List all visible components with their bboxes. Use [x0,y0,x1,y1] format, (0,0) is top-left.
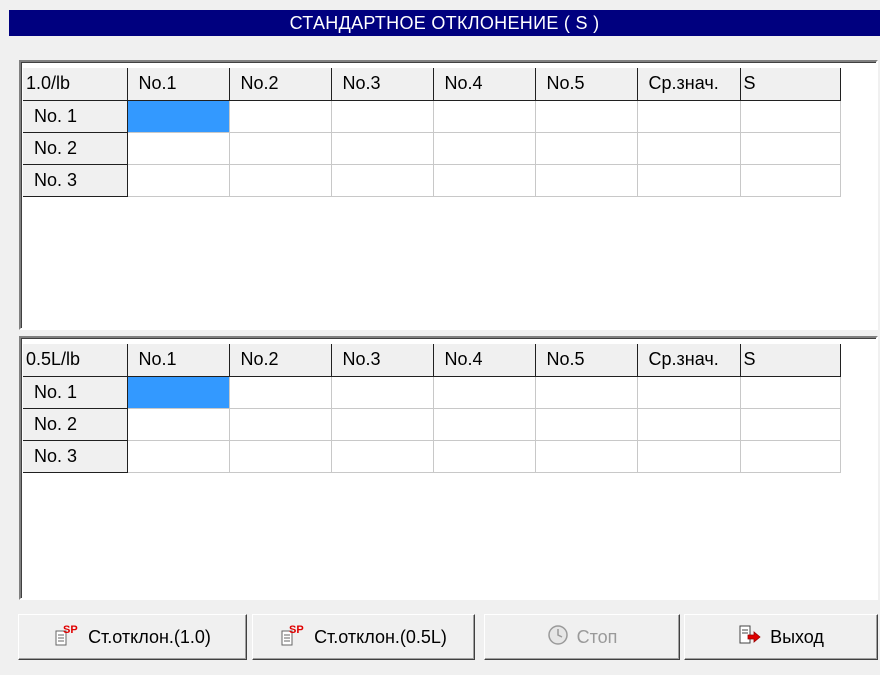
table-row: No. 1 [23,100,841,133]
grid-cell[interactable] [127,440,230,473]
column-header-mean[interactable]: Ср.знач. [637,68,741,101]
column-header-no4[interactable]: No.4 [433,68,536,101]
stop-clock-icon [547,624,569,651]
std-dev-grid-0-5l[interactable]: 0.5L/lb No.1 No.2 No.3 No.4 No.5 Ср.знач… [23,344,841,473]
svg-text:SP: SP [63,624,78,636]
grid-cell[interactable] [637,408,741,441]
grid-cell[interactable] [331,376,434,409]
grid-cell[interactable] [535,376,638,409]
exit-button[interactable]: Выход [684,614,878,660]
std-dev-1-0-button[interactable]: SP Ст.отклон.(1.0) [18,614,247,660]
stop-label: Стоп [576,626,618,647]
grid-panel-1-0: 1.0/lb No.1 No.2 No.3 No.4 No.5 Ср.знач.… [19,60,878,330]
grid-cell[interactable] [740,100,841,133]
svg-text:SP: SP [289,624,304,636]
grid-cell[interactable] [740,164,841,197]
row-header-no1[interactable]: No. 1 [23,376,128,409]
column-header-no4[interactable]: No.4 [433,344,536,377]
grid-cell[interactable] [433,132,536,165]
table-row: No. 1 [23,376,841,409]
grid-cell[interactable] [331,408,434,441]
grid-cell[interactable] [740,132,841,165]
grid-cell[interactable] [535,132,638,165]
grid-cell[interactable] [433,408,536,441]
grid-cell[interactable] [637,100,741,133]
column-header-no1[interactable]: No.1 [127,344,230,377]
grid-corner-header: 0.5L/lb [23,344,128,377]
table-row: No. 3 [23,440,841,473]
sp-calc-icon: SP [54,622,80,653]
grid-cell[interactable] [740,440,841,473]
grid-cell[interactable] [740,408,841,441]
grid-cell[interactable] [229,408,332,441]
table-row: No. 2 [23,132,841,165]
column-header-mean[interactable]: Ср.знач. [637,344,741,377]
grid-cell[interactable] [127,132,230,165]
std-dev-1-0-label: Ст.отклон.(1.0) [88,626,211,647]
row-header-no1[interactable]: No. 1 [23,100,128,133]
std-dev-0-5l-button[interactable]: SP Ст.отклон.(0.5L) [252,614,475,660]
row-header-no2[interactable]: No. 2 [23,132,128,165]
table-row: No. 2 [23,408,841,441]
grid-panel-0-5l: 0.5L/lb No.1 No.2 No.3 No.4 No.5 Ср.знач… [19,336,878,600]
grid-cell[interactable] [331,164,434,197]
std-dev-grid-1-0[interactable]: 1.0/lb No.1 No.2 No.3 No.4 No.5 Ср.знач.… [23,68,841,197]
std-dev-0-5l-label: Ст.отклон.(0.5L) [314,626,447,647]
grid-corner-header: 1.0/lb [23,68,128,101]
grid-cell[interactable] [637,132,741,165]
exit-door-icon [738,624,762,651]
column-header-s[interactable]: S [740,344,841,377]
grid-cell[interactable] [535,164,638,197]
grid-cell[interactable] [229,376,332,409]
grid-cell[interactable] [637,440,741,473]
grid-cell[interactable] [229,440,332,473]
column-header-no2[interactable]: No.2 [229,344,332,377]
column-header-no3[interactable]: No.3 [331,344,434,377]
grid-cell[interactable] [433,376,536,409]
grid-cell[interactable] [331,132,434,165]
grid-cell-selected[interactable] [127,376,230,409]
grid-cell[interactable] [127,408,230,441]
grid-cell[interactable] [229,164,332,197]
grid-cell-selected[interactable] [127,100,230,133]
row-header-no3[interactable]: No. 3 [23,164,128,197]
sp-calc-icon: SP [280,622,306,653]
stop-button[interactable]: Стоп [484,614,680,660]
column-header-no5[interactable]: No.5 [535,344,638,377]
grid-cell[interactable] [637,164,741,197]
grid-cell[interactable] [331,440,434,473]
grid-cell[interactable] [637,376,741,409]
grid-cell[interactable] [535,100,638,133]
exit-label: Выход [770,626,824,647]
window-title: СТАНДАРТНОЕ ОТКЛОНЕНИЕ ( S ) [9,10,880,36]
row-header-no2[interactable]: No. 2 [23,408,128,441]
column-header-no5[interactable]: No.5 [535,68,638,101]
grid-cell[interactable] [229,132,332,165]
grid-cell[interactable] [433,164,536,197]
grid-cell[interactable] [229,100,332,133]
grid-cell[interactable] [331,100,434,133]
table-row: No. 3 [23,164,841,197]
grid-cell[interactable] [127,164,230,197]
grid-header-row: 1.0/lb No.1 No.2 No.3 No.4 No.5 Ср.знач.… [23,68,841,101]
column-header-no1[interactable]: No.1 [127,68,230,101]
grid-cell[interactable] [433,100,536,133]
grid-cell[interactable] [433,440,536,473]
grid-cell[interactable] [535,440,638,473]
column-header-no3[interactable]: No.3 [331,68,434,101]
grid-cell[interactable] [740,376,841,409]
column-header-no2[interactable]: No.2 [229,68,332,101]
column-header-s[interactable]: S [740,68,841,101]
grid-cell[interactable] [535,408,638,441]
row-header-no3[interactable]: No. 3 [23,440,128,473]
grid-header-row: 0.5L/lb No.1 No.2 No.3 No.4 No.5 Ср.знач… [23,344,841,377]
